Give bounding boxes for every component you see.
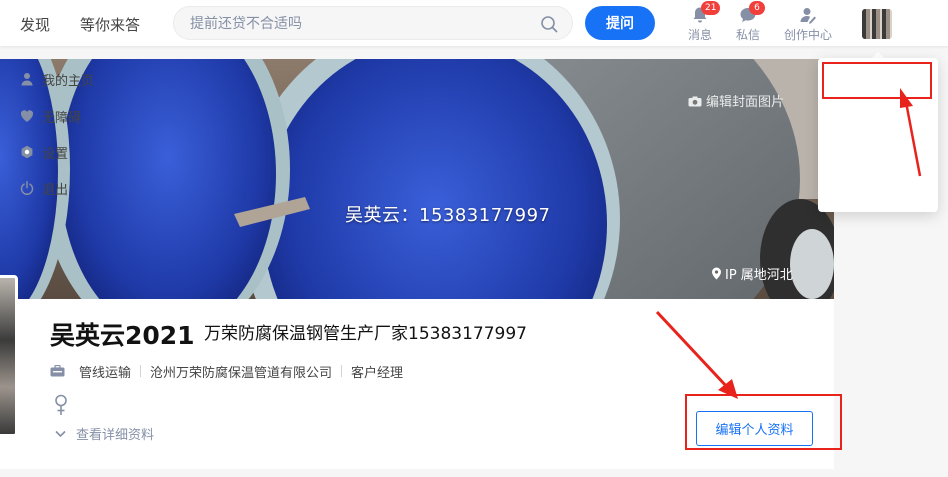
- menu-item-label: 我的主页: [42, 73, 95, 89]
- menu-item-label: 退出: [42, 182, 69, 198]
- gear-icon: [21, 145, 33, 159]
- ip-location-label: IP 属地河北: [725, 268, 793, 283]
- private-messages-button[interactable]: 6 私信: [723, 1, 773, 43]
- profile-company: 沧州万荣防腐保温管道有限公司: [150, 365, 333, 381]
- female-icon: [55, 394, 67, 415]
- creator-icon: [799, 6, 817, 24]
- view-details-label: 查看详细资料: [76, 428, 155, 443]
- chat-bubble-icon: 6: [739, 1, 765, 24]
- location-pin-icon: [712, 267, 721, 280]
- menu-item-logout[interactable]: 退出: [20, 177, 68, 199]
- search-box: [173, 6, 573, 40]
- creator-center-label: 创作中心: [783, 28, 832, 42]
- nav-waiting-for-answer[interactable]: 等你来答: [80, 14, 140, 35]
- menu-item-accessibility[interactable]: 无障碍: [20, 105, 81, 127]
- top-navigation-bar: 发现 等你来答 提问 21 消息 6 私信 创作中心: [0, 0, 948, 46]
- divider: [140, 365, 142, 377]
- edit-cover-label: 编辑封面图片: [706, 95, 785, 110]
- camera-icon: [688, 96, 702, 107]
- ip-location: IP 属地河北: [711, 264, 793, 283]
- profile-info-row: 管线运输 沧州万荣防腐保温管道有限公司 客户经理: [50, 362, 404, 381]
- search-input[interactable]: [190, 14, 530, 34]
- messages-count-badge: 21: [701, 1, 721, 15]
- menu-item-label: 无障碍: [42, 110, 82, 126]
- profile-position: 客户经理: [351, 365, 404, 381]
- profile-industry: 管线运输: [79, 365, 132, 381]
- divider: [341, 365, 343, 377]
- briefcase-icon: [50, 365, 65, 377]
- nav-discover[interactable]: 发现: [20, 14, 50, 35]
- user-icon: [21, 73, 33, 86]
- heart-icon: [20, 110, 34, 122]
- user-avatar[interactable]: [862, 9, 892, 39]
- view-details-toggle[interactable]: 查看详细资料: [55, 424, 154, 443]
- messages-label: 消息: [687, 28, 712, 42]
- edit-cover-button[interactable]: 编辑封面图片: [688, 91, 784, 110]
- ask-question-button[interactable]: 提问: [585, 6, 655, 40]
- bell-icon: 21: [691, 1, 721, 24]
- annotation-box-my-homepage: [822, 62, 932, 99]
- menu-item-my-homepage[interactable]: 我的主页: [20, 68, 94, 90]
- private-messages-label: 私信: [735, 28, 760, 42]
- cover-image: 编辑封面图片 吴英云：15383177997 IP 属地河北: [0, 59, 834, 299]
- chevron-down-icon: [55, 430, 66, 438]
- menu-item-label: 设置: [42, 146, 69, 162]
- cover-overlay-text: 吴英云：15383177997: [345, 205, 551, 226]
- profile-name: 吴英云2021: [50, 321, 195, 350]
- creator-center-button[interactable]: 创作中心: [778, 6, 838, 43]
- annotation-box-edit-profile: [685, 394, 842, 450]
- menu-item-settings[interactable]: 设置: [20, 141, 68, 163]
- power-icon: [20, 181, 34, 195]
- search-icon[interactable]: [540, 15, 558, 33]
- private-messages-count-badge: 6: [749, 1, 765, 15]
- messages-button[interactable]: 21 消息: [675, 1, 725, 43]
- profile-headline: 万荣防腐保温钢管生产厂家15383177997: [204, 324, 527, 344]
- profile-avatar[interactable]: [0, 275, 18, 437]
